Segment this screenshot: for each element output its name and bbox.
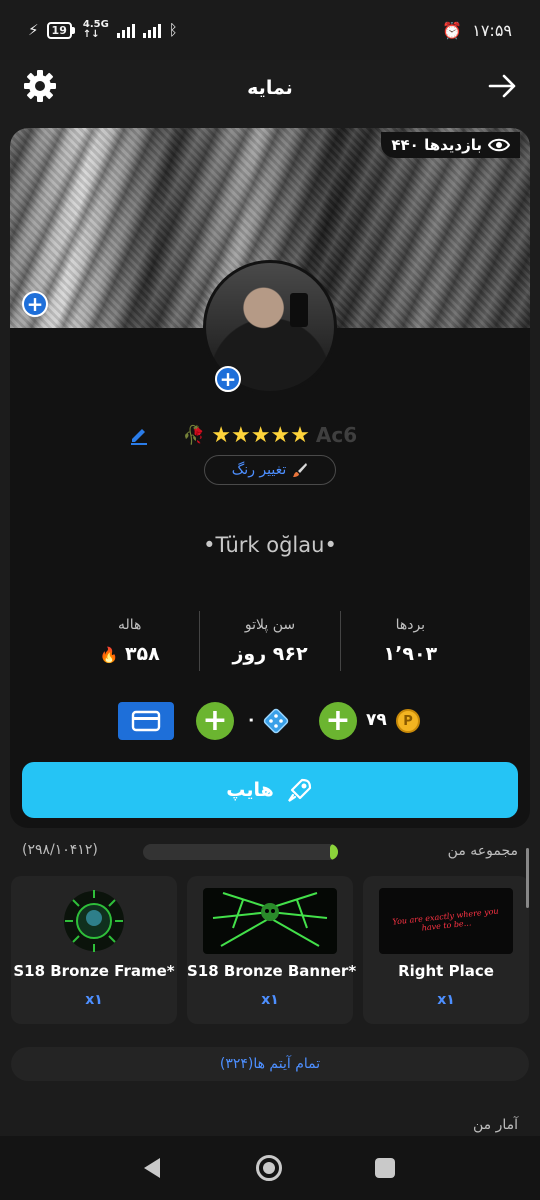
charging-icon: ⚡ bbox=[28, 21, 39, 39]
wallet-icon bbox=[131, 710, 161, 732]
item-count: x۱ bbox=[437, 992, 455, 1008]
hype-button[interactable]: هایپ bbox=[22, 762, 518, 818]
username: Ac6 bbox=[315, 423, 358, 447]
nav-recents-icon[interactable] bbox=[375, 1158, 395, 1178]
all-items-label: تمام آیتم ها(۳۲۴) bbox=[219, 1056, 321, 1072]
item-name: S18 Bronze Frame* bbox=[13, 962, 175, 980]
battery-level: 19 bbox=[46, 21, 72, 39]
item-thumbnail bbox=[203, 888, 337, 954]
item-thumbnail: You are exactly where you have to be... bbox=[379, 888, 513, 954]
my-stats-title: آمار من bbox=[472, 1117, 518, 1133]
dice-value: ۰ bbox=[246, 710, 257, 730]
gear-icon[interactable] bbox=[22, 68, 58, 104]
signal-icon-2 bbox=[142, 22, 161, 38]
coins-value: ۷۹ bbox=[366, 710, 387, 730]
brush-icon bbox=[293, 463, 308, 477]
stat-plato-age: سن پلاتو ۹۶۲ روز bbox=[200, 611, 341, 671]
coin-icon: P bbox=[396, 709, 420, 733]
currency-row: P ۷۹ + ۰ + bbox=[10, 702, 530, 742]
nav-home-icon[interactable] bbox=[256, 1155, 282, 1181]
all-items-button[interactable]: تمام آیتم ها(۳۲۴) bbox=[11, 1047, 529, 1081]
add-dice-button[interactable]: + bbox=[196, 702, 234, 740]
views-badge: ۴۴۰ بازدیدها bbox=[381, 132, 520, 158]
rose-icon: 🥀 bbox=[182, 424, 206, 446]
scrollbar[interactable] bbox=[526, 848, 529, 908]
collection-item[interactable]: S18 Bronze Banner* x۱ bbox=[187, 876, 357, 1024]
profile-bio: •Türk oğlau• bbox=[203, 533, 337, 557]
stat-wins: بردها ۱٬۹۰۳ bbox=[383, 617, 438, 665]
rocket-icon bbox=[287, 778, 311, 802]
navigation-bar bbox=[0, 1136, 540, 1200]
signal-icon bbox=[116, 22, 135, 38]
battery-icon: 19 bbox=[46, 21, 75, 39]
profile-stats: بردها ۱٬۹۰۳ سن پلاتو ۹۶۲ روز هاله ۳۵۸ 🔥 bbox=[60, 611, 480, 671]
app-header: نمایه bbox=[0, 60, 540, 116]
flame-icon: 🔥 bbox=[99, 646, 119, 664]
status-bar: ⚡ 19 4.5G ↑↓ ᛒ ⏰ ۱۷:۵۹ bbox=[0, 0, 540, 60]
item-thumbnail bbox=[27, 888, 161, 954]
name-row: 🥀 ★★★★★ Ac6 bbox=[10, 420, 530, 450]
network-type: 4.5G ↑↓ bbox=[82, 19, 109, 40]
item-name: S18 Bronze Banner* bbox=[187, 962, 357, 980]
item-name: Right Place bbox=[398, 962, 494, 980]
alarm-icon: ⏰ bbox=[442, 20, 463, 40]
arrow-right-icon[interactable] bbox=[484, 68, 520, 104]
hype-label: هایپ bbox=[226, 779, 274, 801]
status-left: ⚡ 19 4.5G ↑↓ ᛒ bbox=[28, 20, 178, 40]
dice-icon bbox=[263, 708, 289, 734]
collection-progress bbox=[143, 844, 338, 860]
wallet-button[interactable] bbox=[118, 702, 174, 740]
status-right: ⏰ ۱۷:۵۹ bbox=[442, 21, 512, 40]
add-avatar-button[interactable]: + bbox=[215, 366, 241, 392]
rating-stars: ★★★★★ bbox=[211, 422, 310, 448]
collection-items: You are exactly where you have to be... … bbox=[0, 876, 540, 1026]
eye-icon bbox=[488, 138, 510, 152]
progress-text: (۲۹۸/۱۰۴۱۲) bbox=[22, 842, 98, 858]
bluetooth-icon: ᛒ bbox=[168, 21, 178, 39]
status-time: ۱۷:۵۹ bbox=[472, 20, 512, 40]
add-banner-button[interactable]: + bbox=[22, 291, 48, 317]
nav-back-icon[interactable] bbox=[142, 1156, 162, 1180]
page-title: نمایه bbox=[247, 77, 293, 99]
collection-header: مجموعه من (۲۹۸/۱۰۴۱۲) bbox=[0, 840, 540, 864]
add-coins-button[interactable]: + bbox=[319, 702, 357, 740]
neon-sign-text: You are exactly where you have to be... bbox=[392, 906, 500, 933]
stat-aura: هاله ۳۵۸ 🔥 bbox=[60, 611, 201, 671]
change-color-button[interactable]: تغییر رنگ bbox=[204, 455, 336, 485]
collection-item[interactable]: You are exactly where you have to be... … bbox=[363, 876, 529, 1024]
collection-item[interactable]: S18 Bronze Frame* x۱ bbox=[11, 876, 177, 1024]
change-color-label: تغییر رنگ bbox=[231, 462, 287, 478]
profile-card: ۴۴۰ بازدیدها + + 🥀 ★★★★★ Ac6 تغییر رنگ •… bbox=[10, 128, 530, 828]
views-count: ۴۴۰ بازدیدها bbox=[391, 136, 482, 154]
collection-title: مجموعه من bbox=[447, 843, 518, 859]
item-count: x۱ bbox=[261, 992, 279, 1008]
progress-fill bbox=[330, 844, 338, 860]
item-count: x۱ bbox=[85, 992, 103, 1008]
